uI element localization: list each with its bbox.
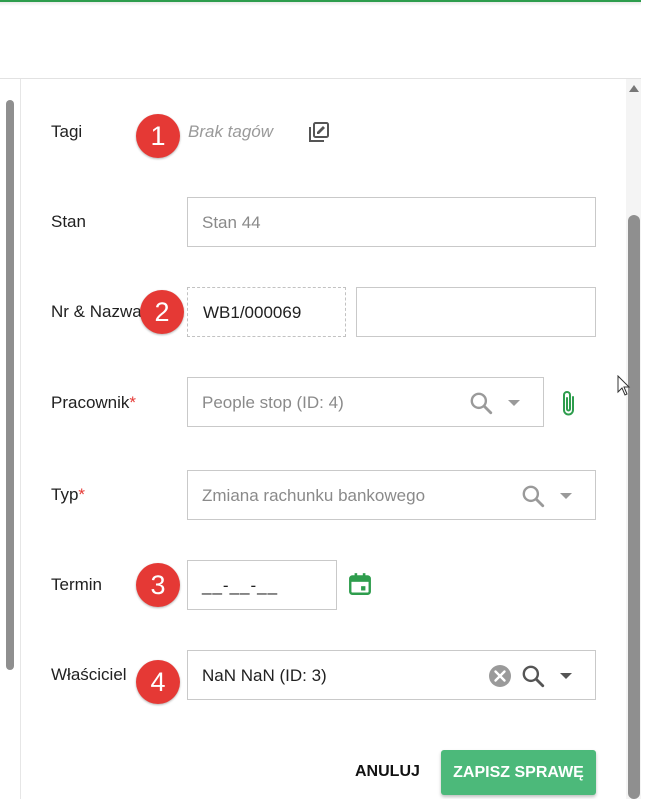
paperclip-icon[interactable] — [558, 389, 580, 419]
wlasciciel-label: Właściciel — [51, 665, 127, 684]
annotation-badge-1: 1 — [136, 114, 180, 158]
required-mark: * — [78, 485, 86, 504]
save-case-button[interactable]: ZAPISZ SPRAWĘ — [441, 750, 596, 795]
edit-tags-icon[interactable] — [307, 120, 331, 144]
search-icon[interactable] — [468, 390, 494, 416]
clear-icon[interactable] — [488, 664, 512, 688]
search-icon[interactable] — [520, 483, 546, 509]
tags-value: Brak tagów — [188, 122, 274, 141]
annotation-badge-3: 3 — [136, 563, 180, 607]
typ-label-text: Typ — [51, 485, 79, 504]
calendar-icon[interactable] — [347, 571, 373, 597]
chevron-down-icon[interactable] — [507, 399, 521, 407]
right-scrollbar-thumb[interactable] — [628, 215, 640, 799]
stan-label: Stan — [51, 212, 86, 231]
pracownik-label-text: Pracownik — [51, 393, 130, 412]
stan-value: Stan 44 — [202, 213, 261, 232]
pracownik-select[interactable]: People stop (ID: 4) — [187, 377, 544, 427]
tags-label: Tagi — [51, 122, 83, 141]
wlasciciel-value: NaN NaN (ID: 3) — [202, 666, 327, 685]
required-mark: * — [129, 393, 137, 412]
typ-value: Zmiana rachunku bankowego — [202, 486, 426, 505]
case-number-field[interactable]: WB1/000069 — [187, 287, 346, 337]
top-header-bar — [0, 0, 641, 79]
search-icon[interactable] — [520, 663, 546, 689]
wlasciciel-select[interactable]: NaN NaN (ID: 3) — [187, 650, 596, 700]
termin-date-input[interactable]: __-__-__ — [187, 560, 337, 610]
pracownik-value: People stop (ID: 4) — [202, 393, 344, 412]
stan-field[interactable]: Stan 44 — [187, 197, 596, 247]
chevron-down-icon[interactable] — [559, 492, 573, 500]
top-shadow — [0, 2, 641, 6]
case-number-value: WB1/000069 — [203, 303, 302, 322]
left-scrollbar[interactable] — [6, 100, 14, 670]
mouse-cursor-icon — [617, 375, 631, 397]
termin-value: __-__-__ — [202, 576, 279, 595]
typ-label: Typ* — [51, 485, 85, 505]
annotation-badge-2: 2 — [140, 290, 184, 334]
cancel-button[interactable]: ANULUJ — [355, 763, 420, 781]
nr-nazwa-label: Nr & Nazwa — [51, 302, 142, 321]
termin-label: Termin — [51, 575, 103, 594]
scroll-up-arrow-icon[interactable] — [629, 85, 639, 92]
chevron-down-icon[interactable] — [559, 672, 573, 680]
annotation-badge-4: 4 — [136, 660, 180, 704]
pracownik-label: Pracownik* — [51, 393, 136, 413]
case-name-input[interactable] — [356, 287, 596, 337]
typ-select[interactable]: Zmiana rachunku bankowego — [187, 470, 596, 520]
